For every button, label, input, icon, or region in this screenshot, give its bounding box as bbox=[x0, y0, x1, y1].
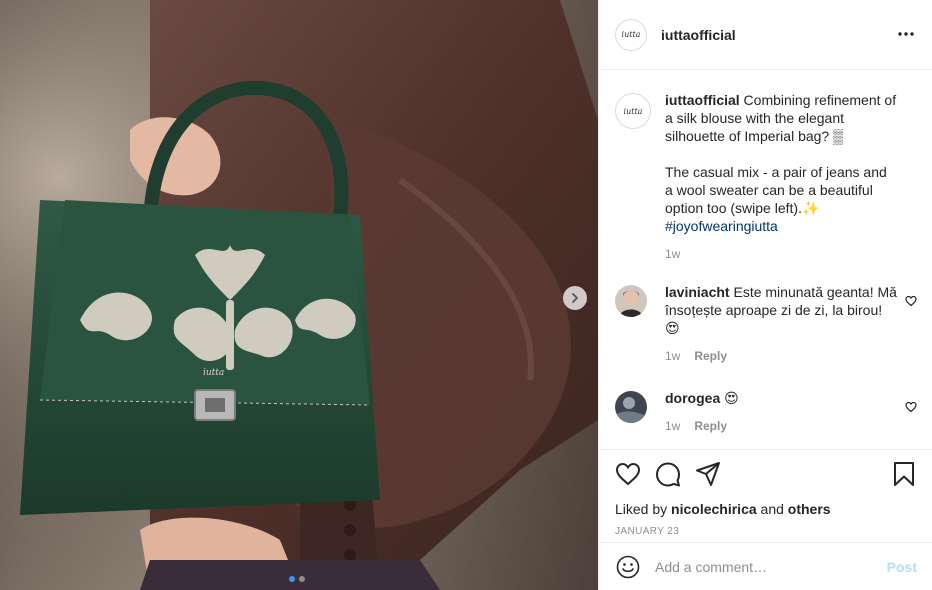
caption-text: iuttaofficial Combining refinement of a … bbox=[665, 91, 897, 145]
liked-by-user[interactable]: nicolechirica bbox=[671, 501, 757, 517]
add-comment-bar: Post bbox=[599, 542, 932, 590]
reply-button[interactable]: Reply bbox=[694, 349, 727, 363]
emoji-picker-button[interactable] bbox=[615, 554, 641, 580]
heart-icon bbox=[615, 462, 641, 486]
comment-bubble-icon bbox=[656, 462, 680, 487]
comment-content: 😍 bbox=[720, 390, 739, 406]
chevron-right-icon bbox=[572, 293, 578, 303]
reply-button[interactable]: Reply bbox=[694, 419, 727, 433]
more-options-button[interactable] bbox=[896, 24, 916, 44]
author-username[interactable]: iuttaofficial bbox=[661, 27, 736, 43]
comment-meta: 1w Reply bbox=[665, 349, 897, 363]
like-button[interactable] bbox=[615, 461, 641, 487]
comment-username[interactable]: laviniacht bbox=[665, 284, 730, 300]
comment-body: laviniacht Este minunată geanta! Mă înso… bbox=[665, 283, 917, 363]
author-avatar[interactable]: iutta bbox=[615, 18, 647, 51]
paper-plane-icon bbox=[696, 462, 720, 486]
user-avatar-icon bbox=[615, 285, 647, 317]
likes-middle: and bbox=[756, 501, 788, 517]
likes-prefix: Liked by bbox=[615, 501, 672, 517]
caption-time[interactable]: 1w bbox=[665, 247, 680, 261]
carousel-indicator bbox=[289, 576, 305, 582]
photo-scene bbox=[0, 0, 598, 590]
post-date[interactable]: JANUARY 23 bbox=[615, 526, 917, 537]
more-dots-icon bbox=[898, 32, 914, 36]
action-bar bbox=[615, 461, 917, 487]
comment-meta: 1w Reply bbox=[665, 419, 897, 433]
comment-body: dorogea 😍 1w Reply bbox=[665, 389, 917, 433]
save-button[interactable] bbox=[891, 461, 917, 487]
comment-time[interactable]: 1w bbox=[665, 419, 680, 433]
carousel-dot bbox=[299, 576, 305, 582]
comment-username[interactable]: dorogea bbox=[665, 390, 720, 406]
bag-logo-text: iutta bbox=[203, 368, 225, 378]
instagram-post: iutta iutta iuttaofficial iutta iuttaoff… bbox=[0, 0, 932, 590]
caption-username[interactable]: iuttaofficial bbox=[665, 92, 740, 108]
post-side-panel: iutta iuttaofficial iutta iuttaofficial … bbox=[598, 0, 932, 590]
likes-summary: Liked by nicolechirica and others bbox=[615, 501, 917, 517]
share-button[interactable] bbox=[695, 461, 721, 487]
add-comment-input[interactable] bbox=[655, 558, 887, 575]
comment-button[interactable] bbox=[655, 461, 681, 487]
post-header: iutta iuttaofficial bbox=[599, 0, 932, 70]
caption-body: iuttaofficial Combining refinement of a … bbox=[665, 91, 917, 261]
caption-text-2-line: The casual mix - a pair of jeans and a w… bbox=[665, 163, 897, 235]
comment-item: dorogea 😍 1w Reply bbox=[615, 389, 917, 433]
comment-like-heart-icon[interactable] bbox=[905, 295, 917, 307]
bookmark-icon bbox=[894, 462, 914, 486]
carousel-dot-active bbox=[289, 576, 295, 582]
avatar-logo-text: iutta bbox=[623, 106, 643, 116]
avatar-logo-text: iutta bbox=[621, 30, 641, 39]
liked-by-others[interactable]: others bbox=[788, 501, 831, 517]
post-actions: Liked by nicolechirica and others JANUAR… bbox=[599, 449, 932, 543]
post-comment-button[interactable]: Post bbox=[887, 559, 917, 575]
caption-meta: 1w bbox=[665, 247, 897, 261]
comments-list[interactable]: iutta iuttaofficial Combining refinement… bbox=[599, 71, 932, 449]
caption-item: iutta iuttaofficial Combining refinement… bbox=[615, 91, 917, 261]
next-photo-button[interactable] bbox=[563, 286, 587, 310]
comment-text: laviniacht Este minunată geanta! Mă înso… bbox=[665, 283, 897, 337]
comment-like-heart-icon[interactable] bbox=[905, 401, 917, 413]
caption-text-2: The casual mix - a pair of jeans and a w… bbox=[665, 164, 887, 216]
smiley-icon bbox=[616, 555, 640, 578]
caption-hashtag[interactable]: #joyofwearingiutta bbox=[665, 218, 778, 234]
comment-item: laviniacht Este minunată geanta! Mă înso… bbox=[615, 283, 917, 363]
post-photo[interactable]: iutta bbox=[0, 0, 598, 590]
user-avatar-icon bbox=[615, 391, 647, 423]
comment-text: dorogea 😍 bbox=[665, 389, 897, 407]
comment-time[interactable]: 1w bbox=[665, 349, 680, 363]
commenter-avatar[interactable] bbox=[615, 285, 647, 317]
commenter-avatar[interactable] bbox=[615, 391, 647, 423]
caption-avatar[interactable]: iutta bbox=[615, 93, 651, 129]
